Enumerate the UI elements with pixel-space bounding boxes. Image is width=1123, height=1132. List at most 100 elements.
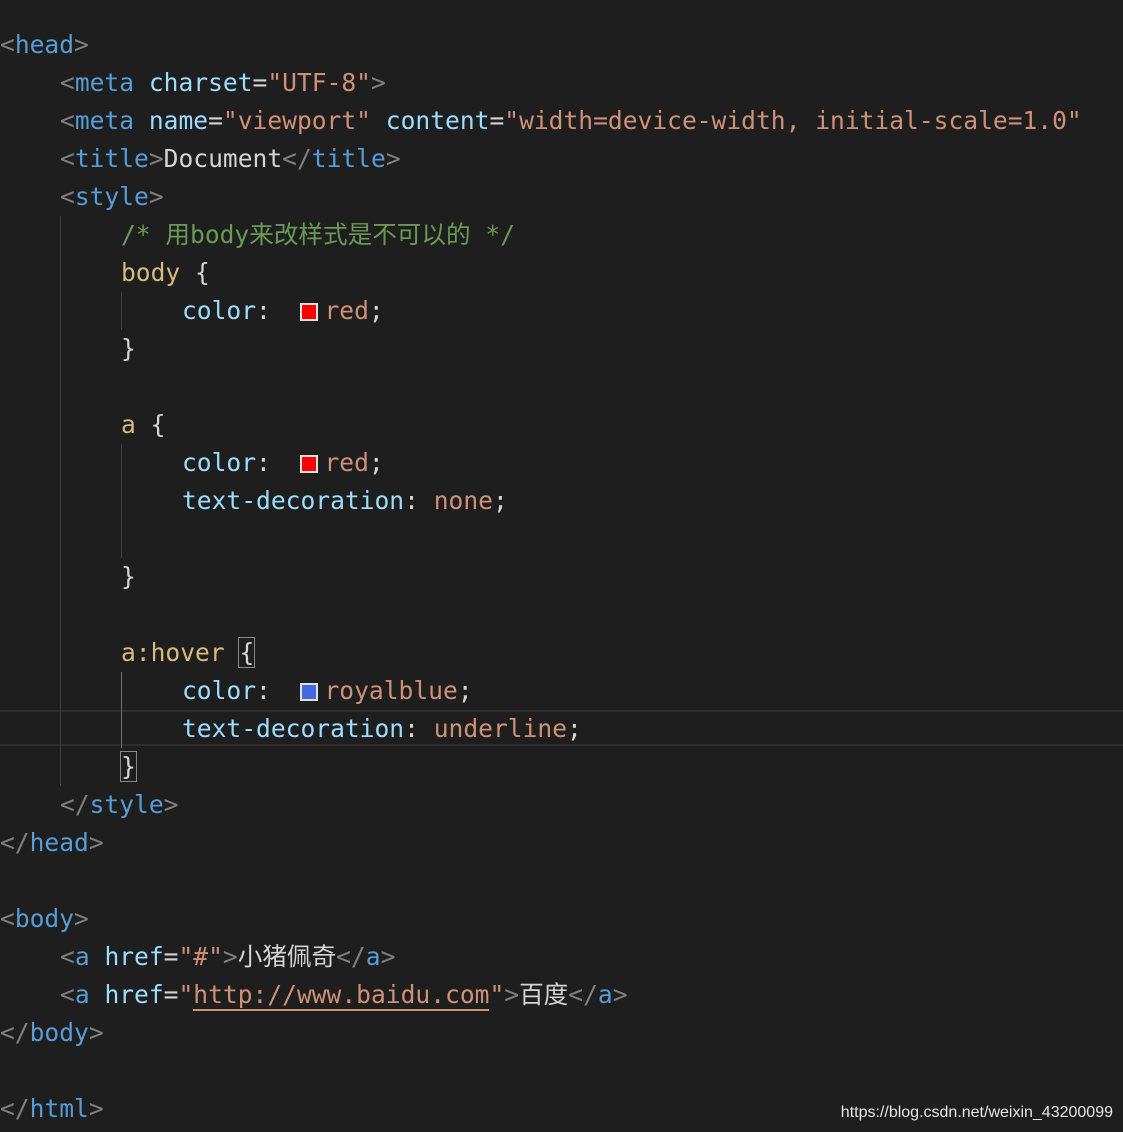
tag-name: head bbox=[29, 828, 89, 857]
tag-name: a bbox=[365, 942, 381, 971]
tag-bracket: > bbox=[88, 1018, 104, 1047]
code-line-21: </style> bbox=[0, 786, 1123, 824]
css-brace: { bbox=[195, 258, 210, 287]
css-colon: : bbox=[256, 676, 271, 705]
tag-bracket: > bbox=[148, 182, 164, 211]
css-value: none bbox=[433, 486, 493, 515]
css-property: color bbox=[182, 448, 257, 477]
attr-name: charset bbox=[148, 68, 253, 97]
color-swatch-red[interactable] bbox=[300, 303, 319, 321]
tag-name: style bbox=[89, 790, 164, 819]
attr-name: href bbox=[104, 942, 164, 971]
tag-bracket: </ bbox=[282, 144, 312, 173]
css-semicolon: ; bbox=[368, 296, 384, 325]
tag-bracket: < bbox=[60, 68, 75, 97]
tag-bracket: </ bbox=[0, 828, 30, 857]
css-selector: a bbox=[121, 410, 136, 439]
css-colon: : bbox=[404, 486, 419, 515]
css-value: royalblue bbox=[324, 676, 458, 705]
tag-bracket: > bbox=[163, 790, 179, 819]
attr-equals: = bbox=[489, 106, 505, 135]
code-line-8: color: red; bbox=[0, 292, 1123, 330]
css-property: text-decoration bbox=[182, 486, 405, 515]
tag-name: head bbox=[14, 30, 75, 59]
code-line-6: /* 用body来改样式是不可以的 */ bbox=[0, 216, 1123, 254]
css-value: red bbox=[324, 296, 369, 325]
code-line-9: } bbox=[0, 330, 1123, 368]
tag-bracket: > bbox=[148, 144, 164, 173]
text-content: Document bbox=[163, 144, 283, 173]
tag-bracket: > bbox=[380, 942, 396, 971]
css-colon: : bbox=[256, 448, 271, 477]
link-text: 小猪佩奇 bbox=[237, 942, 337, 971]
tag-bracket: </ bbox=[336, 942, 366, 971]
tag-name: title bbox=[74, 144, 149, 173]
url-link[interactable]: http://www.baidu.com bbox=[193, 980, 490, 1011]
attr-value: # bbox=[193, 942, 209, 971]
tag-bracket: < bbox=[0, 904, 15, 933]
tag-bracket: < bbox=[60, 106, 75, 135]
tag-name: meta bbox=[74, 106, 135, 135]
tag-name: meta bbox=[74, 68, 135, 97]
css-colon: : bbox=[404, 714, 419, 743]
css-value: underline bbox=[433, 714, 567, 743]
css-semicolon: ; bbox=[492, 486, 508, 515]
color-swatch-red[interactable] bbox=[300, 455, 319, 473]
code-line-11: a { bbox=[0, 406, 1123, 444]
css-selector: a:hover bbox=[121, 638, 225, 667]
attr-equals: = bbox=[252, 68, 268, 97]
tag-bracket: > bbox=[74, 904, 89, 933]
css-semicolon: ; bbox=[457, 676, 473, 705]
attr-name: href bbox=[104, 980, 164, 1009]
attr-quote: " bbox=[178, 942, 194, 971]
code-line-3: <meta name="viewport" content="width=dev… bbox=[0, 102, 1123, 140]
tag-bracket: < bbox=[0, 30, 15, 59]
attr-quote: " bbox=[208, 942, 223, 971]
tag-bracket: > bbox=[504, 980, 520, 1009]
code-editor[interactable]: <head> <meta charset="UTF-8"> <meta name… bbox=[0, 0, 1123, 1132]
code-line-20: } bbox=[0, 748, 1123, 786]
color-swatch-royalblue[interactable] bbox=[300, 683, 319, 701]
css-brace-matched: { bbox=[238, 637, 256, 668]
code-line-5: <style> bbox=[0, 178, 1123, 216]
tag-bracket: > bbox=[88, 828, 104, 857]
css-colon: : bbox=[256, 296, 271, 325]
tag-bracket: </ bbox=[60, 790, 90, 819]
css-property: text-decoration bbox=[182, 714, 405, 743]
attr-quote: " bbox=[178, 980, 194, 1009]
attr-value: "viewport" bbox=[222, 106, 371, 135]
watermark-url: https://blog.csdn.net/weixin_43200099 bbox=[840, 1104, 1113, 1121]
tag-bracket: < bbox=[60, 980, 75, 1009]
code-line-1: <head> bbox=[0, 26, 1123, 64]
css-brace-matched: } bbox=[120, 751, 137, 782]
tag-bracket: < bbox=[60, 144, 75, 173]
tag-bracket: > bbox=[74, 30, 89, 59]
tag-name: a bbox=[74, 942, 90, 971]
css-selector: body bbox=[121, 258, 181, 287]
attr-equals: = bbox=[163, 942, 179, 971]
tag-name: style bbox=[74, 182, 149, 211]
tag-bracket: > bbox=[88, 1094, 104, 1123]
tag-bracket: < bbox=[60, 942, 75, 971]
code-line-22: </head> bbox=[0, 824, 1123, 862]
css-value: red bbox=[324, 448, 369, 477]
tag-bracket: > bbox=[612, 980, 628, 1009]
tag-name: a bbox=[597, 980, 613, 1009]
css-property: color bbox=[182, 676, 257, 705]
tag-name: title bbox=[311, 144, 386, 173]
tag-bracket: </ bbox=[568, 980, 598, 1009]
code-line-19: text-decoration: underline; bbox=[0, 710, 1123, 748]
attr-equals: = bbox=[208, 106, 223, 135]
code-line-7: body { bbox=[0, 254, 1123, 292]
tag-name: a bbox=[74, 980, 90, 1009]
attr-value: "width=device-width, initial-scale=1.0" bbox=[504, 106, 1082, 135]
tag-bracket: < bbox=[60, 182, 75, 211]
tag-name: body bbox=[29, 1018, 89, 1047]
tag-bracket: > bbox=[370, 68, 386, 97]
code-line-2: <meta charset="UTF-8"> bbox=[0, 64, 1123, 102]
code-line-12: color: red; bbox=[0, 444, 1123, 482]
code-line-25: <a href="#">小猪佩奇</a> bbox=[0, 938, 1123, 976]
link-text: 百度 bbox=[519, 980, 569, 1009]
css-semicolon: ; bbox=[368, 448, 384, 477]
attr-name: content bbox=[385, 106, 490, 135]
